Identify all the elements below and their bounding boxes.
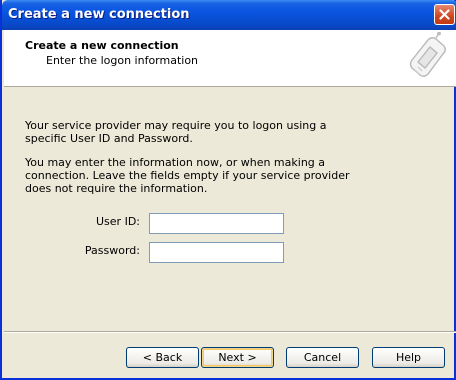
info-paragraph-requirement: Your service provider may require you to… [25,119,327,145]
cancel-button[interactable]: Cancel [286,347,359,368]
back-button[interactable]: < Back [126,347,199,368]
help-button[interactable]: Help [372,347,445,368]
wizard-header: Create a new connection Enter the logon … [4,30,456,87]
user-id-label: User ID: [96,215,140,228]
header-subtitle: Enter the logon information [46,54,199,67]
window-title: Create a new connection [8,7,190,22]
close-button[interactable] [434,4,455,25]
password-label: Password: [84,244,140,257]
title-bar[interactable]: Create a new connection [2,0,456,30]
info-paragraph-optional: You may enter the information now, or wh… [25,156,350,195]
header-title: Create a new connection [25,39,179,52]
password-field[interactable] [149,242,284,263]
close-icon [439,9,450,20]
phone-icon [409,32,446,77]
button-separator [4,331,456,333]
dialog-window: Create a new connection Create a new con… [0,0,456,380]
user-id-field[interactable] [149,213,284,234]
next-button[interactable]: Next > [201,347,274,368]
